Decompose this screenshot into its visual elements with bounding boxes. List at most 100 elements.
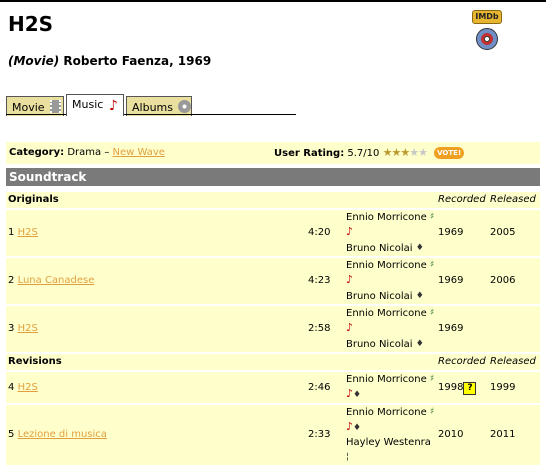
top-border	[0, 0, 546, 2]
composer-note-icon: ♪	[346, 225, 354, 238]
track-title-cell: 5 Lezione di musica	[6, 405, 306, 465]
composer-note-icon: ♪	[346, 273, 354, 286]
star-filled-icon[interactable]: ★	[400, 146, 410, 159]
guitar-icon: ♯	[429, 407, 435, 417]
artist-name[interactable]: Ennio Morricone	[346, 308, 427, 319]
track-released: 2006	[488, 258, 540, 304]
track-artists: Ennio Morricone ♯ ♪♦	[344, 372, 436, 403]
guitar-icon: ♯	[429, 308, 435, 318]
track-duration: 2:46	[306, 372, 344, 403]
released-col-header: Released	[488, 192, 540, 208]
track-recorded: 1969	[436, 258, 488, 304]
track-number: 1	[8, 227, 15, 238]
track-released	[488, 306, 540, 352]
track-released: 2011	[488, 405, 540, 465]
artist-name[interactable]: Ennio Morricone	[346, 212, 427, 223]
rating-stars: ★★★★★	[383, 146, 428, 159]
film-icon	[50, 100, 62, 113]
tab-music-label: Music	[72, 98, 104, 111]
artist-line: Ennio Morricone ♯ ♪	[346, 306, 436, 337]
star-empty-icon[interactable]: ★	[409, 146, 419, 159]
category-value: Drama	[67, 147, 102, 158]
track-duration: 4:20	[306, 210, 344, 256]
performer-icon: ♦	[415, 339, 424, 349]
artist-name[interactable]: Ennio Morricone	[346, 374, 427, 385]
track-released: 1999	[488, 372, 540, 403]
star-filled-icon[interactable]: ★	[391, 146, 401, 159]
track-duration: 2:33	[306, 405, 344, 465]
track-title-link[interactable]: H2S	[18, 323, 38, 334]
track-recorded: 1998?	[436, 372, 488, 403]
track-title-cell: 1 H2S	[6, 210, 306, 256]
track-title-link[interactable]: Lezione di musica	[18, 429, 107, 440]
track-number: 3	[8, 323, 15, 334]
track-artists: Ennio Morricone ♯ ♪ Bruno Nicolai ♦	[344, 258, 436, 304]
vote-button[interactable]: VOTE!	[434, 147, 465, 159]
category-separator: –	[104, 147, 110, 158]
artist-line: Ennio Morricone ♯ ♪♦	[346, 405, 436, 436]
artist-line: Bruno Nicolai ♦	[346, 337, 436, 352]
tab-albums[interactable]: Albums	[126, 96, 192, 116]
track-title-link[interactable]: Luna Canadese	[18, 275, 95, 286]
revisions-header-row: Revisions Recorded Released	[6, 354, 540, 370]
imdb-icon[interactable]: IMDb	[472, 10, 502, 24]
originals-header-row: Originals Recorded Released	[6, 192, 540, 208]
category-label: Category:	[9, 147, 65, 158]
recorded-col-header: Recorded	[436, 192, 488, 208]
artist-name[interactable]: Bruno Nicolai	[346, 243, 413, 254]
recorded-year: 2010	[438, 429, 464, 440]
composer-note-icon: ♪	[346, 321, 354, 334]
page-title: H2S	[8, 12, 54, 36]
track-recorded: 1969	[436, 210, 488, 256]
track-artists: Ennio Morricone ♯ ♪ Bruno Nicolai ♦	[344, 306, 436, 352]
artist-line: Bruno Nicolai ♦	[346, 289, 436, 304]
tab-music[interactable]: Music ♪	[66, 94, 124, 116]
track-released: 2005	[488, 210, 540, 256]
track-number: 4	[8, 381, 15, 393]
track-duration: 4:23	[306, 258, 344, 304]
tab-movie[interactable]: Movie	[6, 96, 64, 116]
track-title-link[interactable]: H2S	[18, 382, 38, 393]
track-title-link[interactable]: H2S	[18, 227, 38, 238]
soundtrack-heading: Soundtrack	[6, 168, 540, 186]
track-row: 2 Luna Canadese 4:23 Ennio Morricone ♯♪ Bru…	[6, 258, 540, 304]
artist-line: Ennio Morricone ♯ ♪♦	[346, 372, 436, 403]
guitar-icon: ♯	[429, 212, 435, 222]
recorded-year: 1969	[438, 227, 464, 238]
artist-name[interactable]: Ennio Morricone	[346, 407, 427, 418]
star-empty-icon[interactable]: ★	[418, 146, 428, 159]
artist-name[interactable]: Hayley Westenra	[346, 437, 431, 448]
guitar-icon: ♯	[429, 374, 435, 384]
media-type-label: (Movie)	[8, 54, 60, 68]
artist-line: Ennio Morricone ♯ ♪	[346, 210, 436, 241]
track-recorded: 2010	[436, 405, 488, 465]
artist-line: Ennio Morricone ♯ ♪	[346, 258, 436, 289]
tab-albums-label: Albums	[132, 101, 173, 114]
user-rating: User Rating: 5.7/10 ★★★★★ VOTE!	[274, 142, 465, 165]
composer-note-icon: ♪	[346, 387, 354, 400]
info-bar: Category: Drama – New Wave User Rating: …	[6, 142, 540, 164]
track-row: 3 H2S 2:58 Ennio Morricone ♯♪ Bruno Nicolai…	[6, 306, 540, 352]
performer-icon: ♦	[415, 243, 424, 253]
originals-label: Originals	[6, 192, 436, 208]
track-recorded: 1969	[436, 306, 488, 352]
director-year: Roberto Faenza, 1969	[63, 54, 212, 68]
music-note-icon: ♪	[108, 98, 118, 114]
performer-icon: ¦	[346, 452, 350, 462]
rating-label: User Rating:	[274, 148, 345, 159]
track-title-cell: 3 H2S	[6, 306, 306, 352]
question-icon[interactable]: ?	[463, 381, 477, 395]
track-row: 5 Lezione di musica 2:33 Ennio Morricone ♯…	[6, 405, 540, 465]
revisions-label: Revisions	[6, 354, 436, 370]
disc-icon[interactable]	[476, 28, 498, 50]
category-link[interactable]: New Wave	[113, 147, 165, 158]
track-artists: Ennio Morricone ♯ ♪♦ Hayley Westenra ¦	[344, 405, 436, 465]
artist-line: Bruno Nicolai ♦	[346, 241, 436, 256]
artist-name[interactable]: Bruno Nicolai	[346, 291, 413, 302]
track-title-cell: 2 Luna Canadese	[6, 258, 306, 304]
tab-bar: Movie Music ♪ Albums	[6, 94, 296, 116]
track-row: 4 H2S 2:46 Ennio Morricone ♯♪♦ 1998? 1999	[6, 372, 540, 403]
artist-name[interactable]: Ennio Morricone	[346, 260, 427, 271]
artist-name[interactable]: Bruno Nicolai	[346, 339, 413, 350]
artist-line: Hayley Westenra ¦	[346, 436, 436, 465]
